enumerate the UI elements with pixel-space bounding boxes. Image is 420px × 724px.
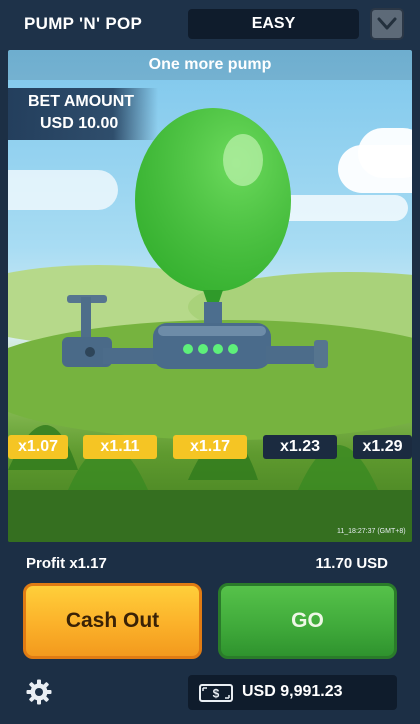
status-message: One more pump [8, 50, 412, 80]
cash-out-button[interactable]: Cash Out [23, 583, 202, 659]
balloon-icon [135, 108, 291, 302]
multiplier-chip: x1.07 [8, 435, 68, 459]
gear-icon[interactable] [26, 679, 52, 705]
pump-icon [62, 295, 328, 369]
profit-value: 11.70 USD [315, 555, 388, 572]
multiplier-track: x1.07 x1.11 x1.17 x1.23 x1.29 [8, 435, 412, 459]
difficulty-dropdown-button[interactable] [370, 8, 404, 40]
bet-amount-panel: BET AMOUNT USD 10.00 [8, 88, 158, 140]
profit-label: Profit x1.17 [26, 555, 107, 572]
chevron-down-icon [377, 17, 397, 30]
balance-value: USD 9,991.23 [242, 683, 343, 700]
multiplier-chip: x1.29 [353, 435, 412, 459]
bet-amount-value: USD 10.00 [40, 115, 119, 132]
bet-amount-label: BET AMOUNT [28, 93, 135, 110]
balance-display: $ USD 9,991.23 [188, 675, 397, 710]
game-title: PUMP 'N' POP [24, 14, 143, 33]
go-button[interactable]: GO [218, 583, 397, 659]
header: PUMP 'N' POP EASY [0, 0, 420, 50]
round-timestamp: 11_18:27:37 (GMT+8) [337, 528, 406, 535]
multiplier-chip: x1.23 [263, 435, 337, 459]
multiplier-chip: x1.11 [83, 435, 157, 459]
multiplier-chip: x1.17 [173, 435, 247, 459]
difficulty-select[interactable]: EASY [188, 9, 359, 39]
svg-text:$: $ [213, 687, 220, 701]
cash-icon: $ [199, 684, 233, 702]
